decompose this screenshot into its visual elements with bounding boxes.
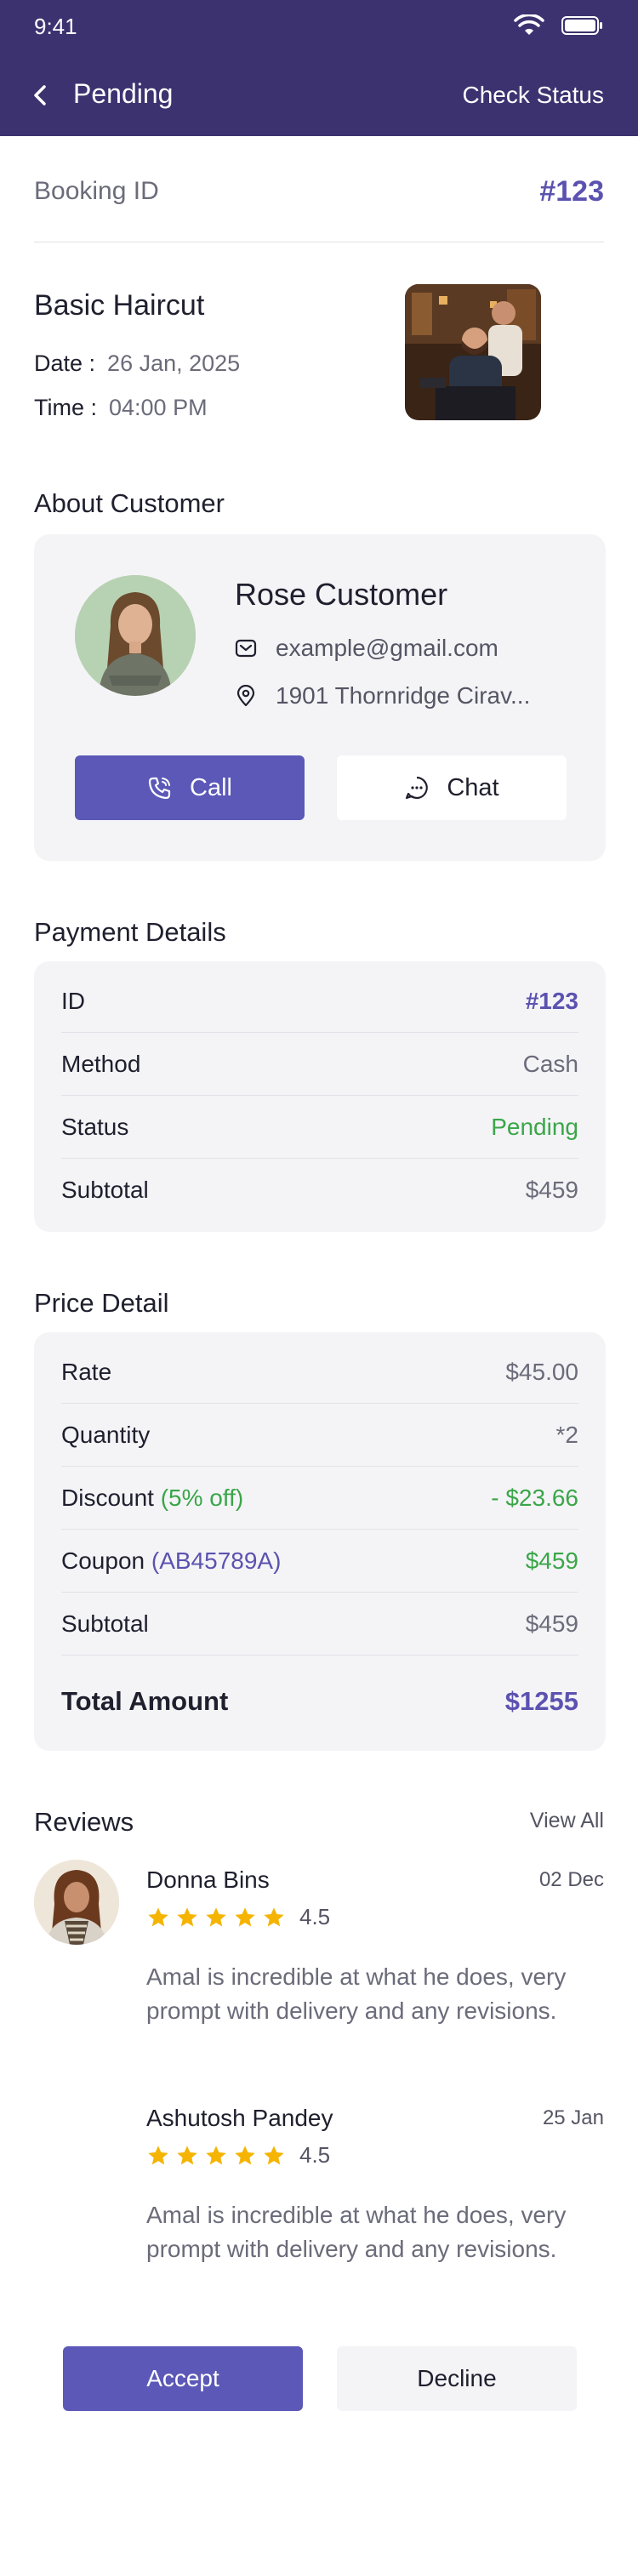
about-customer-title: About Customer xyxy=(34,488,225,518)
review-2-name: Ashutosh Pandey xyxy=(146,2105,333,2131)
review-2-text: Amal is incredible at what he does, very… xyxy=(146,2202,567,2262)
discount-note: (5% off) xyxy=(160,1484,244,1511)
customer-name: Rose Customer xyxy=(235,577,448,612)
wifi-icon xyxy=(514,14,544,35)
star-icon xyxy=(148,2145,168,2164)
booking-id-label: Booking ID xyxy=(34,177,159,205)
customer-address-text: 1901 Thornridge Cirav... xyxy=(276,682,531,709)
date-label: Date : xyxy=(34,350,96,376)
review-1-name: Donna Bins xyxy=(146,1866,270,1893)
payment-id-value: #123 xyxy=(525,987,578,1014)
quantity-value: *2 xyxy=(555,1421,578,1448)
view-all-link[interactable]: View All xyxy=(530,1809,604,1833)
star-icon xyxy=(206,2145,226,2164)
quantity-label: Quantity xyxy=(61,1421,151,1448)
discount-label: Discount xyxy=(61,1484,154,1511)
price-card: Rate $45.00 Quantity *2 Discount (5% off… xyxy=(34,1332,606,1751)
discount-label-group: Discount (5% off) xyxy=(61,1485,243,1512)
price-subtotal-value: $459 xyxy=(525,1610,578,1637)
price-detail-title: Price Detail xyxy=(34,1288,169,1318)
customer-card: Rose Customer example@gmail.com 1901 Tho… xyxy=(34,534,606,861)
star-icon xyxy=(264,1906,284,1926)
payment-row-id: ID #123 xyxy=(61,970,578,1033)
date-value: 26 Jan, 2025 xyxy=(107,350,241,376)
payment-subtotal-label: Subtotal xyxy=(61,1177,149,1203)
phone-icon xyxy=(148,777,171,800)
payment-details-title: Payment Details xyxy=(34,917,226,947)
price-row-discount: Discount (5% off) - $23.66 xyxy=(61,1467,578,1530)
booking-id-value: #123 xyxy=(539,175,604,208)
payment-method-value: Cash xyxy=(522,1050,578,1077)
star-icon xyxy=(177,2145,197,2164)
coupon-label-group: Coupon (AB45789A) xyxy=(61,1547,281,1575)
price-row-quantity: Quantity *2 xyxy=(61,1404,578,1467)
service-time: Time : 04:00 PM xyxy=(34,395,208,421)
payment-status-label: Status xyxy=(61,1113,129,1140)
payment-row-status: Status Pending xyxy=(61,1096,578,1159)
call-label: Call xyxy=(190,773,232,801)
call-button[interactable]: Call xyxy=(75,755,305,820)
payment-card: ID #123 Method Cash Status Pending Subto… xyxy=(34,961,606,1232)
star-icon xyxy=(177,1906,197,1926)
status-time: 9:41 xyxy=(34,14,77,39)
total-amount-label: Total Amount xyxy=(61,1686,229,1716)
chat-button[interactable]: Chat xyxy=(337,755,567,820)
review-2-rating: 4.5 xyxy=(299,2142,331,2168)
price-row-subtotal: Subtotal $459 xyxy=(61,1593,578,1656)
review-2-date: 25 Jan xyxy=(542,2106,604,2129)
price-row-rate: Rate $45.00 xyxy=(61,1341,578,1404)
review-1-rating: 4.5 xyxy=(299,1904,331,1929)
reviewer-avatar xyxy=(34,1860,119,1945)
rate-value: $45.00 xyxy=(505,1358,578,1385)
back-arrow-icon[interactable] xyxy=(31,82,51,109)
customer-avatar xyxy=(75,575,196,696)
payment-method-label: Method xyxy=(61,1050,141,1077)
chat-bubble-icon xyxy=(406,776,429,800)
booking-id-row: Booking ID #123 xyxy=(34,175,604,208)
mail-icon xyxy=(235,639,257,658)
payment-row-method: Method Cash xyxy=(61,1033,578,1096)
decline-button[interactable]: Decline xyxy=(337,2346,577,2411)
location-pin-icon xyxy=(236,685,255,707)
star-icon xyxy=(235,2145,255,2164)
service-date: Date : 26 Jan, 2025 xyxy=(34,350,240,377)
star-icon xyxy=(235,1906,255,1926)
app-header: 9:41 Pending Check Status xyxy=(0,0,638,136)
review-1-text: Amal is incredible at what he does, very… xyxy=(146,1963,567,2024)
chat-label: Chat xyxy=(447,773,499,801)
price-row-total: Total Amount $1255 xyxy=(61,1666,578,1737)
star-icon xyxy=(264,2145,284,2164)
customer-address[interactable]: 1901 Thornridge Cirav... xyxy=(235,682,530,710)
price-row-coupon: Coupon (AB45789A) $459 xyxy=(61,1530,578,1593)
star-icon xyxy=(148,1906,168,1926)
coupon-label: Coupon xyxy=(61,1547,145,1574)
payment-subtotal-value: $459 xyxy=(525,1177,578,1203)
service-photo xyxy=(405,284,541,420)
payment-status-value: Pending xyxy=(491,1113,578,1140)
payment-id-label: ID xyxy=(61,987,85,1014)
price-subtotal-label: Subtotal xyxy=(61,1610,149,1637)
check-status-button[interactable]: Check Status xyxy=(462,82,604,109)
battery-icon xyxy=(561,16,602,35)
time-label: Time : xyxy=(34,395,97,420)
time-value: 04:00 PM xyxy=(109,395,208,420)
discount-value: - $23.66 xyxy=(491,1484,578,1511)
coupon-code[interactable]: (AB45789A) xyxy=(151,1547,282,1574)
coupon-value: $459 xyxy=(525,1547,578,1574)
rate-label: Rate xyxy=(61,1358,112,1385)
service-name: Basic Haircut xyxy=(34,289,205,322)
payment-row-subtotal: Subtotal $459 xyxy=(61,1159,578,1222)
star-icon xyxy=(206,1906,226,1926)
customer-email[interactable]: example@gmail.com xyxy=(235,635,498,662)
review-1-date: 02 Dec xyxy=(538,1868,604,1891)
reviews-title: Reviews xyxy=(34,1807,134,1837)
review-1-stars: 4.5 xyxy=(146,1904,330,1930)
accept-button[interactable]: Accept xyxy=(63,2346,303,2411)
customer-email-text: example@gmail.com xyxy=(276,635,498,661)
review-2-stars: 4.5 xyxy=(146,2142,330,2169)
total-amount-value: $1255 xyxy=(504,1686,578,1716)
page-title: Pending xyxy=(73,78,174,109)
